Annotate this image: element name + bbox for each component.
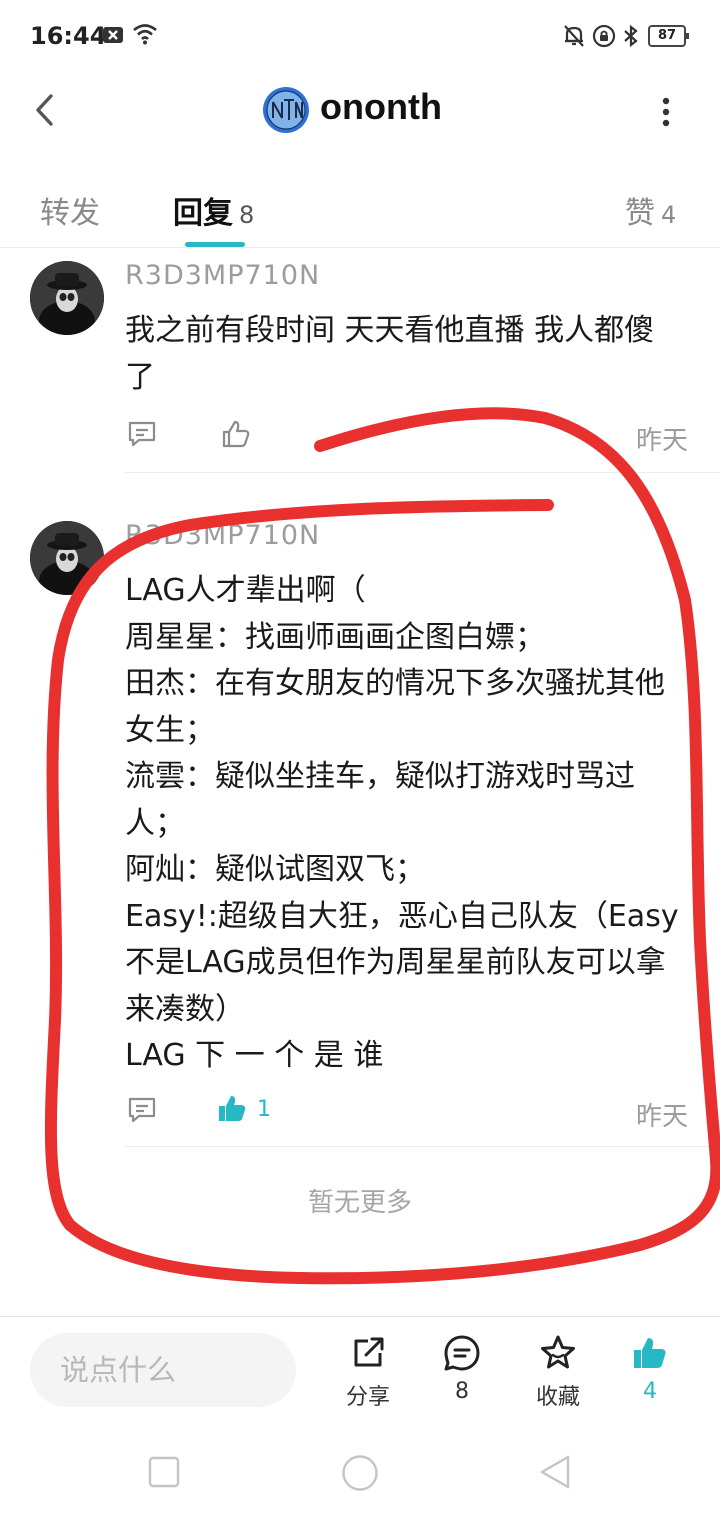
avatar[interactable]: [30, 521, 104, 595]
chat-bubble-icon: [444, 1335, 480, 1371]
channel-logo[interactable]: [262, 86, 310, 134]
thumbs-up-filled-icon: [634, 1338, 666, 1368]
tab-replies[interactable]: 回复 8: [173, 188, 254, 232]
like-post-button[interactable]: 4: [610, 1333, 690, 1404]
comment-count: 8: [455, 1379, 469, 1404]
like-count: 1: [257, 1097, 271, 1122]
tab-count: 8: [239, 201, 255, 229]
like-button[interactable]: [216, 1092, 248, 1128]
comment-line: Easy!:超级自大狂，恶心自己队友（Easy: [125, 898, 679, 934]
divider: [125, 1146, 720, 1147]
bluetooth-icon: [622, 24, 640, 52]
avatar-image: [30, 521, 104, 595]
comment-date: 昨天: [635, 1102, 688, 1132]
tab-count: 4: [661, 201, 677, 229]
chevron-left-icon: [36, 94, 53, 126]
home-button[interactable]: [341, 1454, 379, 1496]
share-label: 分享: [345, 1385, 390, 1410]
comment-line: 女生；: [125, 712, 215, 748]
favorite-label: 收藏: [535, 1385, 580, 1410]
status-bar: 16:44 87: [0, 0, 720, 72]
avatar[interactable]: [30, 261, 104, 335]
tab-likes[interactable]: 赞4: [625, 188, 676, 232]
tab-label: 赞: [625, 196, 655, 231]
comment-line: 人；: [125, 805, 185, 841]
avatar-image: [30, 261, 104, 335]
square-icon: [148, 1456, 180, 1488]
star-icon: [541, 1335, 575, 1369]
comment-line: 我之前有段时间 天天看他直播 我人都傻: [125, 313, 655, 348]
reply-button[interactable]: [126, 418, 158, 454]
comment-date: 昨天: [635, 426, 688, 456]
thumbs-up-filled-icon: [219, 1096, 246, 1121]
tab-label: 转发: [40, 196, 100, 231]
rotation-lock-icon: [592, 24, 616, 52]
comment-line: 不是LAG成员但作为周星星前队友可以拿: [125, 945, 666, 980]
share-button[interactable]: 分享: [328, 1333, 408, 1411]
comment-text: LAG人才辈出啊（ 周星星：找画师画画企图白嫖； 田杰：在有女朋友的情况下多次骚…: [125, 568, 695, 1080]
comment-item: R3D3MP710N LAG人才辈出啊（ 周星星：找画师画画企图白嫖； 田杰：在…: [0, 510, 720, 1150]
comment-line: LAG 下 一 个 是 谁: [125, 1038, 384, 1073]
comment-input[interactable]: [30, 1333, 296, 1407]
comment-line: 流雲：疑似坐挂车，疑似打游戏时骂过: [125, 759, 635, 794]
comment-line: LAG人才辈出啊（: [125, 573, 366, 608]
more-vertical-icon: [662, 97, 670, 127]
bottom-action-bar: 分享 8 收藏 4: [0, 1316, 720, 1426]
comment-icon: [128, 421, 156, 447]
like-button[interactable]: [220, 418, 252, 454]
more-options-button[interactable]: [652, 92, 680, 132]
no-more-text: 暂无更多: [307, 1188, 412, 1218]
favorite-button[interactable]: 收藏: [518, 1333, 598, 1411]
comment-item: R3D3MP710N 我之前有段时间 天天看他直播 我人都傻 了 昨天: [0, 250, 720, 474]
status-time: 16:44: [30, 22, 107, 50]
share-icon: [354, 1337, 384, 1367]
active-tab-indicator: [185, 242, 245, 247]
comment-line: 了: [125, 359, 155, 395]
comments-button[interactable]: 8: [422, 1333, 502, 1404]
tab-label: 回复: [173, 196, 233, 231]
back-button[interactable]: [26, 90, 66, 130]
comment-username[interactable]: R3D3MP710N: [125, 520, 320, 551]
comment-line: 田杰：在有女朋友的情况下多次骚扰其他: [125, 666, 665, 701]
comment-line: 来凑数）: [125, 991, 245, 1027]
mute-bell-icon: [562, 24, 586, 52]
page-title: ononth: [320, 86, 442, 127]
comment-line: 阿灿：疑似试图双飞；: [125, 852, 425, 887]
comment-icon: [128, 1097, 156, 1123]
recent-apps-button[interactable]: [148, 1456, 180, 1492]
thumbs-up-icon: [222, 420, 250, 448]
tab-bar: 转发 回复 8 赞4: [0, 180, 720, 248]
divider: [125, 472, 720, 473]
nav-bar: ononth: [0, 72, 720, 148]
tab-repost[interactable]: 转发: [40, 188, 100, 232]
comment-text: 我之前有段时间 天天看他直播 我人都傻 了: [125, 308, 695, 401]
back-nav-button[interactable]: [538, 1454, 572, 1494]
notification-icon: [102, 24, 124, 50]
comment-line: 周星星：找画师画画企图白嫖；: [125, 619, 545, 655]
comment-username[interactable]: R3D3MP710N: [125, 260, 320, 291]
battery-indicator: 87: [648, 25, 689, 47]
system-navigation-bar: [0, 1426, 720, 1520]
triangle-back-icon: [540, 1455, 570, 1489]
circle-icon: [342, 1455, 378, 1491]
reply-button[interactable]: [126, 1094, 158, 1130]
like-count: 4: [643, 1379, 657, 1404]
wifi-icon: [132, 22, 158, 50]
